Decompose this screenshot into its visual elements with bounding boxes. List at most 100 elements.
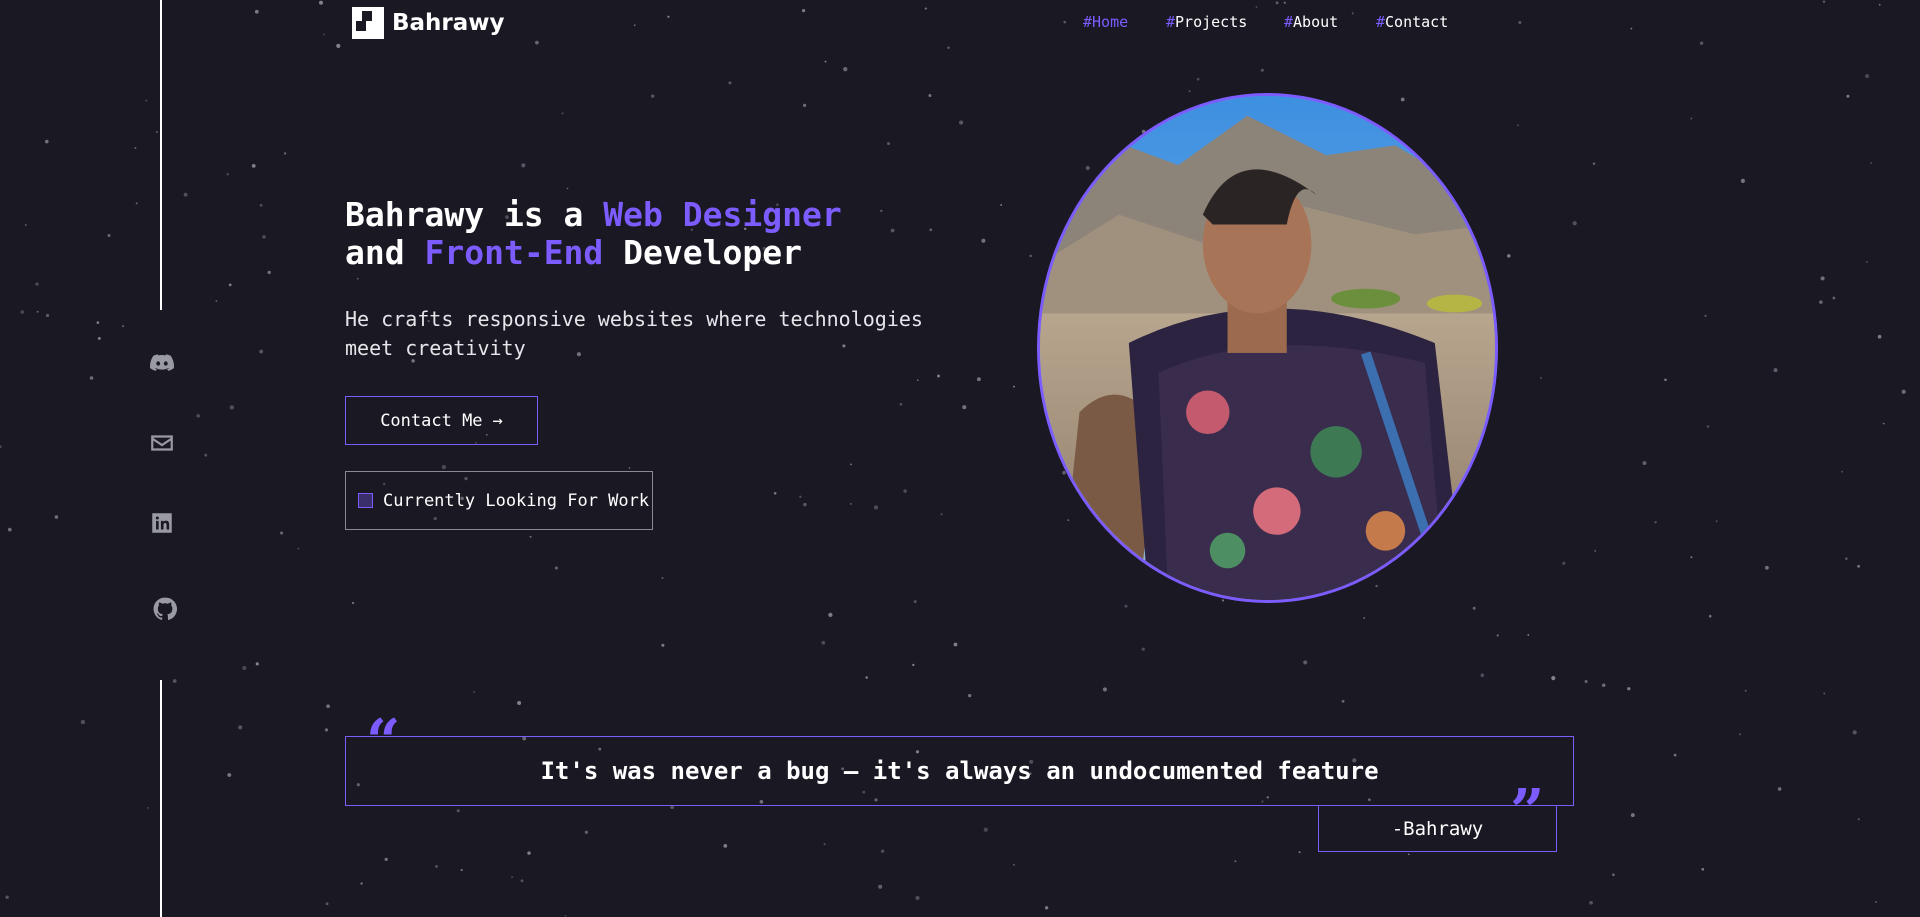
star [850, 463, 852, 466]
status-indicator-icon [358, 493, 373, 508]
star [322, 33, 325, 36]
star [24, 224, 27, 226]
star [1832, 296, 1836, 300]
star [1562, 561, 1566, 565]
star [928, 94, 932, 97]
star [1630, 813, 1635, 818]
star [1188, 90, 1191, 93]
star [511, 876, 513, 878]
star [959, 120, 964, 125]
star [1845, 557, 1848, 560]
star [1819, 300, 1823, 304]
star [913, 600, 917, 604]
nav-home-label: Home [1092, 13, 1129, 31]
star [80, 719, 86, 725]
star [887, 142, 890, 146]
star [1013, 385, 1015, 388]
star [96, 321, 100, 324]
star [435, 865, 438, 868]
left-rail-bottom-line [160, 680, 162, 917]
star [873, 505, 879, 510]
star [441, 464, 447, 470]
star [196, 413, 201, 418]
star [828, 612, 833, 618]
star [1820, 276, 1825, 281]
star [1852, 730, 1857, 735]
star [849, 503, 852, 505]
star [803, 502, 807, 507]
star [821, 640, 826, 645]
star [773, 491, 777, 495]
star [7, 527, 12, 532]
nav-about[interactable]: #About [1284, 13, 1338, 31]
star [54, 515, 59, 519]
star [1260, 68, 1264, 72]
star [527, 851, 531, 855]
discord-icon[interactable] [147, 348, 177, 378]
star [1221, 599, 1225, 602]
star [561, 112, 564, 115]
star [801, 8, 806, 13]
star [1699, 41, 1704, 45]
star [325, 902, 329, 906]
star [929, 228, 933, 232]
star [1690, 556, 1693, 559]
star [650, 94, 655, 98]
linkedin-icon[interactable] [147, 508, 177, 538]
star [1400, 97, 1405, 102]
star [1594, 550, 1597, 552]
nav-projects[interactable]: #Projects [1166, 13, 1247, 31]
star [799, 495, 802, 498]
star [1351, 12, 1354, 15]
star [1715, 520, 1718, 523]
star [633, 24, 636, 27]
brand-logo[interactable]: Bahrawy [352, 7, 505, 39]
headline-accent-front-end: Front-End [424, 233, 604, 272]
star [324, 728, 329, 732]
star [843, 67, 848, 72]
star [226, 172, 229, 176]
github-icon[interactable] [150, 594, 180, 624]
star [899, 402, 903, 406]
star [824, 60, 827, 63]
star [903, 489, 907, 493]
star [1901, 389, 1906, 394]
star [1234, 860, 1237, 863]
star [1298, 851, 1301, 854]
hero-headline-line-2: and Front-End Developer [345, 234, 842, 272]
star [1000, 204, 1003, 206]
nav-home[interactable]: #Home [1083, 13, 1128, 31]
star [1472, 606, 1476, 610]
nav-about-label: About [1293, 13, 1339, 31]
star [242, 666, 247, 670]
nav-projects-label: Projects [1175, 13, 1248, 31]
star [1341, 699, 1345, 703]
mail-icon[interactable] [147, 428, 177, 458]
star [1044, 906, 1049, 910]
work-status-badge: Currently Looking For Work [345, 471, 653, 530]
star [45, 313, 50, 318]
profile-photo-image [1040, 96, 1495, 600]
star [976, 377, 981, 382]
star [97, 336, 101, 340]
star [107, 234, 111, 237]
star [661, 577, 664, 580]
star [360, 882, 363, 885]
page: Bahrawy #Home #Projects #About #Contact … [0, 0, 1920, 917]
contact-me-button[interactable]: Contact Me → [345, 396, 538, 445]
star [535, 40, 539, 45]
star [1601, 683, 1606, 687]
nav-contact[interactable]: #Contact [1376, 13, 1448, 31]
star [473, 690, 476, 693]
headline-text: Developer [603, 233, 802, 272]
star [259, 349, 264, 354]
star [1708, 614, 1712, 618]
star [1878, 3, 1881, 6]
star [520, 879, 524, 883]
star [147, 806, 150, 809]
star [1773, 368, 1778, 373]
work-status-label: Currently Looking For Work [383, 490, 650, 511]
star [661, 643, 665, 647]
star [251, 164, 256, 168]
brand-logo-icon [352, 7, 384, 39]
